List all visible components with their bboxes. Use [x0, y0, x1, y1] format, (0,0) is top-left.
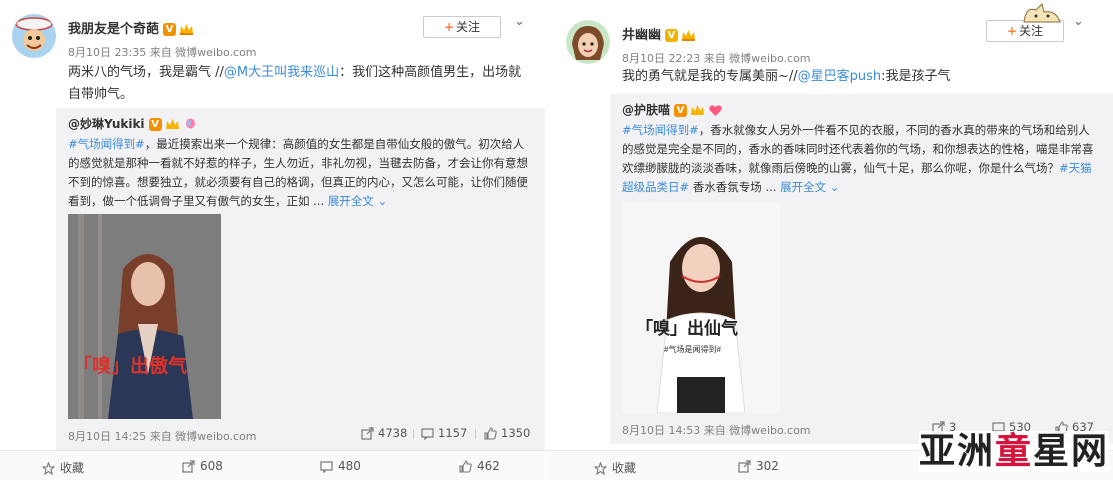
post-text-plain: 两米八的气场，我是霸气 // — [68, 65, 224, 80]
like-button[interactable]: 462 — [459, 459, 500, 473]
post-text-plain: 我的勇气就是我的专属美丽~// — [622, 69, 798, 84]
comment-value: 480 — [338, 459, 361, 473]
author-name-text[interactable]: 井幽幽 — [622, 28, 661, 43]
share-icon — [738, 460, 751, 473]
chevron-down-icon: ⌄ — [829, 180, 840, 194]
expand-link[interactable]: 展开全文 ⌄ — [780, 180, 839, 194]
plus-icon: + — [443, 20, 455, 34]
expand-label: 展开全文 — [327, 194, 374, 208]
verified-badge-icon: V — [665, 29, 679, 42]
forward-author-text[interactable]: @护肤喵 — [622, 103, 670, 117]
repost-count-value: 4738 — [378, 426, 408, 440]
share-icon — [361, 427, 374, 440]
favorite-label: 收藏 — [612, 461, 637, 475]
follow-label: 关注 — [1019, 24, 1044, 38]
avatar-cartoon-icon — [566, 20, 610, 64]
follow-label: 关注 — [456, 20, 481, 34]
avatar[interactable] — [566, 20, 610, 64]
avatar-cartoon-icon — [12, 14, 56, 58]
repost-button[interactable]: 302 — [738, 459, 779, 473]
mention-link[interactable]: @M大王叫我来巡山 — [224, 65, 339, 80]
forward-text: #气场闻得到#，香水就像女人另外一件看不见的衣服，不同的香水真的带来的气场和给别… — [622, 121, 1098, 197]
crown-icon — [165, 119, 179, 129]
divider — [475, 429, 476, 439]
topic-tag[interactable]: #气场闻得到# — [622, 123, 699, 137]
comment-count[interactable]: 1157 — [421, 426, 467, 440]
post-image[interactable]: 「嗅」出仙气 #气场是闻得到# — [622, 202, 780, 413]
author-name[interactable]: 井幽幽 V — [622, 24, 696, 43]
verified-badge-icon: V — [674, 104, 688, 117]
crown-icon — [691, 105, 705, 115]
post-text-rest: :我是孩子气 — [881, 69, 951, 84]
site-watermark: 亚洲童星网 — [918, 422, 1109, 474]
star-icon — [594, 462, 607, 475]
follow-button[interactable]: + 关注 — [423, 16, 501, 38]
image-title — [68, 349, 221, 379]
balloon-icon — [185, 118, 195, 129]
svg-text:「嗅」出仙气: 「嗅」出仙气 — [636, 318, 738, 338]
repost-value: 302 — [756, 459, 779, 473]
weibo-post-right: 井幽幽 V 8月10日 22:23 来自 微博weibo.com + 关注 ⌄ 我的… — [546, 0, 1113, 480]
watermark-part2: 童 — [994, 431, 1033, 472]
post-meta: 8月10日 23:35 来自 微博weibo.com — [68, 46, 257, 59]
woman-photo-image: 「嗅」出傲气 — [68, 214, 221, 419]
repost-button[interactable]: 608 — [182, 459, 223, 473]
weibo-post-left: 我朋友是个奇葩 V 8月10日 23:35 来自 微博weibo.com + 关注 … — [0, 0, 545, 480]
share-icon — [182, 460, 195, 473]
verified-badge-icon: V — [148, 118, 162, 131]
comment-icon — [320, 461, 333, 473]
forward-meta: 8月10日 14:53 来自 微博weibo.com — [622, 424, 811, 437]
crown-icon — [180, 24, 194, 35]
post-text: 我的勇气就是我的专属美丽~//@星巴客push:我是孩子气 — [622, 66, 1092, 88]
action-bar: 收藏 608 480 462 — [0, 450, 545, 480]
cat-sticker-icon — [1023, 3, 1061, 23]
forward-author[interactable]: @妙琳Yukiki V — [68, 115, 198, 132]
watermark-part3: 星网 — [1032, 431, 1109, 472]
forward-meta: 8月10日 14:25 来自 微博weibo.com — [68, 430, 257, 443]
chevron-down-icon[interactable]: ⌄ — [514, 14, 525, 29]
forward-text: #气场闻得到#，最近摸索出来一个规律：高颜值的女生都是自带仙女般的傲气。初次给人… — [68, 135, 528, 211]
avatar[interactable] — [12, 14, 56, 58]
favorite-label: 收藏 — [60, 461, 85, 475]
chevron-down-icon: ⌄ — [377, 194, 388, 208]
comment-icon — [421, 428, 434, 440]
heart-icon — [709, 105, 722, 116]
forwarded-post: @护肤喵 V #气场闻得到#，香水就像女人另外一件看不见的衣服，不同的香水真的带来… — [610, 94, 1113, 444]
divider — [413, 429, 414, 439]
chevron-down-icon[interactable]: ⌄ — [1073, 14, 1084, 29]
forward-body-2: 香水香氛专场 ... — [689, 180, 781, 194]
plus-icon: + — [1006, 24, 1018, 38]
repost-value: 608 — [200, 459, 223, 473]
like-count-value: 1350 — [501, 426, 531, 440]
like-value: 462 — [477, 459, 500, 473]
comment-button[interactable]: 480 — [320, 459, 361, 473]
forward-author[interactable]: @护肤喵 V — [622, 101, 723, 118]
favorite-button[interactable]: 收藏 — [594, 459, 636, 476]
thumbs-up-icon — [484, 427, 497, 440]
repost-count[interactable]: 4738 — [361, 426, 407, 440]
watermark-part1: 亚洲 — [918, 431, 995, 472]
expand-link[interactable]: 展开全文 ⌄ — [328, 194, 387, 208]
crown-icon — [682, 30, 696, 41]
forward-author-text[interactable]: @妙琳Yukiki — [68, 117, 145, 131]
star-icon — [42, 462, 55, 475]
post-image[interactable]: 「嗅」出傲气 — [68, 214, 221, 419]
favorite-button[interactable]: 收藏 — [42, 459, 84, 476]
expand-label: 展开全文 — [780, 180, 827, 194]
verified-badge-icon: V — [163, 23, 177, 36]
post-text: 两米八的气场，我是霸气 //@M大王叫我来巡山：我们这种高颜值男生，出场就自带帅… — [68, 62, 530, 106]
thumbs-up-icon — [459, 460, 472, 473]
forwarded-post: @妙琳Yukiki V #气场闻得到#，最近摸索出来一个规律：高颜值的女生都是自带… — [56, 108, 545, 450]
post-meta: 8月10日 22:23 来自 微博weibo.com — [622, 52, 811, 65]
svg-text:#气场是闻得到#: #气场是闻得到# — [664, 344, 721, 354]
author-name[interactable]: 我朋友是个奇葩 V — [68, 18, 194, 37]
mention-link[interactable]: @星巴客push — [798, 69, 882, 84]
topic-tag[interactable]: #气场闻得到# — [68, 137, 145, 151]
woman-photo-image: 「嗅」出仙气 #气场是闻得到# — [622, 202, 780, 413]
comment-count-value: 1157 — [438, 426, 468, 440]
like-count[interactable]: 1350 — [484, 426, 530, 440]
author-name-text[interactable]: 我朋友是个奇葩 — [68, 22, 159, 37]
